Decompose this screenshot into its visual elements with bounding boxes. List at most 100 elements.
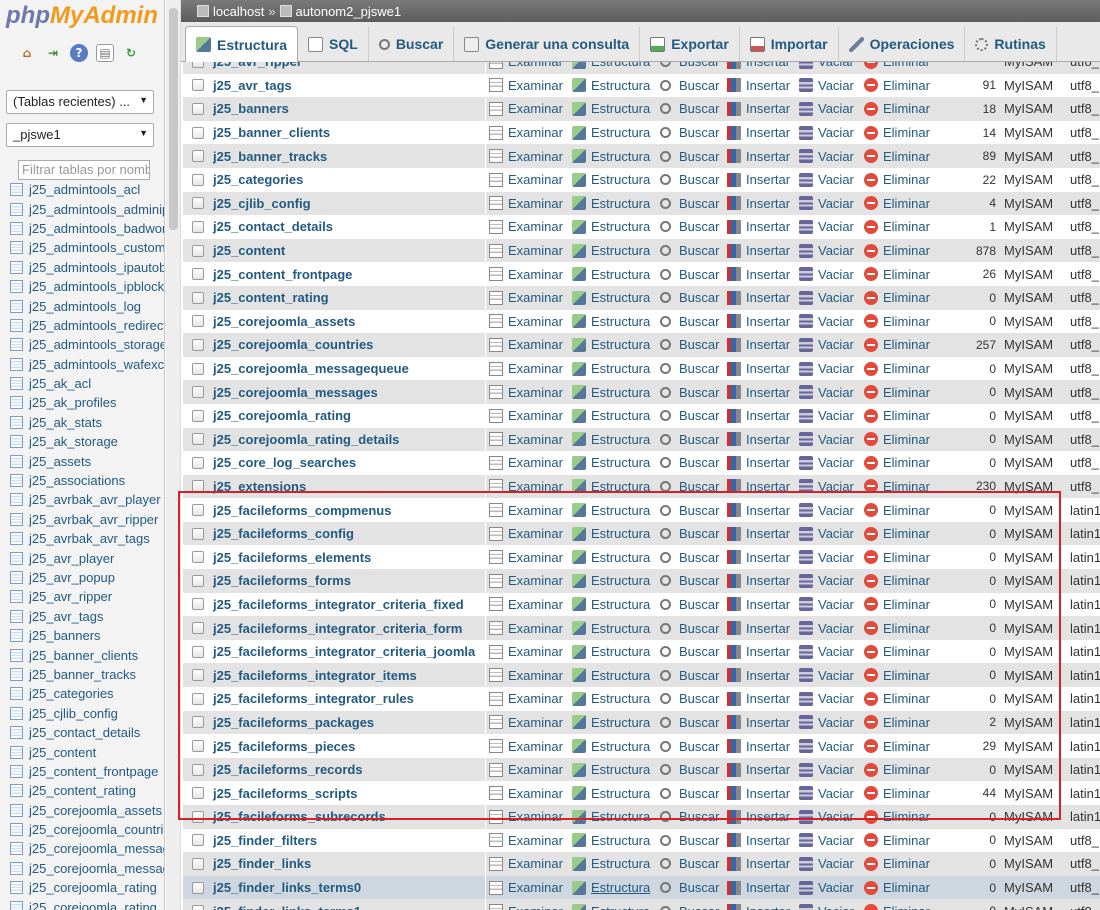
structure-action[interactable]: Estructura — [572, 337, 650, 352]
table-row[interactable]: j25_facileforms_config Examinar Estructura… — [183, 521, 1100, 546]
empty-action[interactable]: Vaciar — [799, 290, 854, 305]
structure-action[interactable]: Estructura — [572, 809, 650, 824]
table-name-link[interactable]: j25_extensions — [213, 479, 306, 494]
drop-action[interactable]: Eliminar — [864, 621, 930, 636]
structure-action[interactable]: Estructura — [572, 219, 650, 234]
empty-action[interactable]: Vaciar — [799, 786, 854, 801]
empty-action[interactable]: Vaciar — [799, 62, 854, 69]
nav-table-label[interactable]: j25_admintools_acl — [29, 182, 140, 197]
row-checkbox[interactable] — [192, 386, 204, 399]
row-checkbox[interactable] — [192, 220, 204, 233]
nav-table-label[interactable]: j25_avr_player — [29, 551, 114, 566]
row-checkbox[interactable] — [192, 504, 204, 517]
nav-table-label[interactable]: j25_avr_popup — [29, 570, 115, 585]
browse-action[interactable]: Examinar — [489, 715, 563, 730]
structure-action[interactable]: Estructura — [572, 361, 650, 376]
empty-action[interactable]: Vaciar — [799, 856, 854, 871]
empty-action[interactable]: Vaciar — [799, 715, 854, 730]
search-action[interactable]: Buscar — [660, 880, 719, 895]
insert-action[interactable]: Insertar — [727, 432, 790, 447]
table-icon[interactable] — [10, 881, 23, 895]
row-checkbox[interactable] — [192, 456, 204, 469]
table-name-link[interactable]: j25_facileforms_packages — [213, 715, 374, 730]
row-checkbox[interactable] — [192, 291, 204, 304]
table-row[interactable]: j25_cjlib_config Examinar Estructura Buscar… — [183, 191, 1100, 216]
search-action[interactable]: Buscar — [660, 455, 719, 470]
search-action[interactable]: Buscar — [660, 904, 719, 910]
table-icon[interactable] — [10, 221, 23, 235]
row-checkbox[interactable] — [192, 244, 204, 257]
tab-buscar[interactable]: Buscar — [369, 27, 455, 61]
nav-table-label[interactable]: j25_contact_details — [29, 725, 140, 740]
row-checkbox[interactable] — [192, 716, 204, 729]
row-checkbox[interactable] — [192, 669, 204, 682]
nav-table-label[interactable]: j25_admintools_storage — [29, 337, 164, 352]
empty-action[interactable]: Vaciar — [799, 691, 854, 706]
nav-table-item[interactable]: j25_avrbak_avr_player — [10, 490, 164, 509]
search-action[interactable]: Buscar — [660, 739, 719, 754]
nav-table-label[interactable]: j25_corejoomla_messagequeue — [29, 841, 164, 856]
search-action[interactable]: Buscar — [660, 644, 719, 659]
drop-action[interactable]: Eliminar — [864, 149, 930, 164]
table-name-link[interactable]: j25_banner_tracks — [213, 149, 327, 164]
drop-action[interactable]: Eliminar — [864, 786, 930, 801]
browse-action[interactable]: Examinar — [489, 880, 563, 895]
nav-table-item[interactable]: j25_content — [10, 742, 164, 761]
nav-table-label[interactable]: j25_cjlib_config — [29, 706, 118, 721]
drop-action[interactable]: Eliminar — [864, 715, 930, 730]
empty-action[interactable]: Vaciar — [799, 550, 854, 565]
insert-action[interactable]: Insertar — [727, 856, 790, 871]
insert-action[interactable]: Insertar — [727, 62, 790, 69]
drop-action[interactable]: Eliminar — [864, 337, 930, 352]
drop-action[interactable]: Eliminar — [864, 550, 930, 565]
search-action[interactable]: Buscar — [660, 597, 719, 612]
reload-icon[interactable]: ↻ — [122, 44, 140, 62]
nav-table-label[interactable]: j25_ak_profiles — [29, 395, 116, 410]
insert-action[interactable]: Insertar — [727, 455, 790, 470]
row-checkbox[interactable] — [192, 409, 204, 422]
nav-table-item[interactable]: j25_admintools_badwords — [10, 219, 164, 238]
table-row[interactable]: j25_finder_links_terms0 Examinar Estructur… — [183, 875, 1100, 900]
drop-action[interactable]: Eliminar — [864, 762, 930, 777]
table-icon[interactable] — [10, 745, 23, 759]
search-action[interactable]: Buscar — [660, 786, 719, 801]
row-checkbox[interactable] — [192, 62, 204, 68]
table-name-link[interactable]: j25_facileforms_elements — [213, 550, 371, 565]
structure-action[interactable]: Estructura — [572, 880, 650, 895]
table-row[interactable]: j25_banner_clients Examinar Estructura Busc… — [183, 120, 1100, 145]
table-icon[interactable] — [10, 629, 23, 643]
browse-action[interactable]: Examinar — [489, 455, 563, 470]
table-row[interactable]: j25_corejoomla_rating Examinar Estructura B… — [183, 403, 1100, 428]
search-action[interactable]: Buscar — [660, 432, 719, 447]
empty-action[interactable]: Vaciar — [799, 337, 854, 352]
browse-action[interactable]: Examinar — [489, 597, 563, 612]
insert-action[interactable]: Insertar — [727, 809, 790, 824]
nav-table-item[interactable]: j25_admintools_wafexceptions — [10, 355, 164, 374]
structure-action[interactable]: Estructura — [572, 196, 650, 211]
insert-action[interactable]: Insertar — [727, 172, 790, 187]
insert-action[interactable]: Insertar — [727, 337, 790, 352]
insert-action[interactable]: Insertar — [727, 691, 790, 706]
nav-table-item[interactable]: j25_admintools_adminip — [10, 199, 164, 218]
browse-action[interactable]: Examinar — [489, 243, 563, 258]
table-name-link[interactable]: j25_facileforms_scripts — [213, 786, 358, 801]
table-icon[interactable] — [10, 280, 23, 294]
drop-action[interactable]: Eliminar — [864, 691, 930, 706]
table-icon[interactable] — [10, 571, 23, 584]
search-action[interactable]: Buscar — [660, 101, 719, 116]
row-checkbox[interactable] — [192, 598, 204, 611]
help-icon[interactable]: ? — [70, 44, 88, 62]
table-icon[interactable] — [10, 706, 23, 720]
search-action[interactable]: Buscar — [660, 479, 719, 494]
breadcrumb-database[interactable]: autonom2_pjswe1 — [296, 4, 402, 19]
insert-action[interactable]: Insertar — [727, 219, 790, 234]
nav-table-label[interactable]: j25_content — [29, 745, 96, 760]
nav-table-item[interactable]: j25_corejoomla_messagequeue — [10, 839, 164, 858]
drop-action[interactable]: Eliminar — [864, 809, 930, 824]
search-action[interactable]: Buscar — [660, 809, 719, 824]
nav-table-item[interactable]: j25_avr_popup — [10, 568, 164, 587]
insert-action[interactable]: Insertar — [727, 644, 790, 659]
table-row[interactable]: j25_facileforms_integrator_criteria_form… — [183, 616, 1100, 640]
search-action[interactable]: Buscar — [660, 573, 719, 588]
drop-action[interactable]: Eliminar — [864, 314, 930, 329]
